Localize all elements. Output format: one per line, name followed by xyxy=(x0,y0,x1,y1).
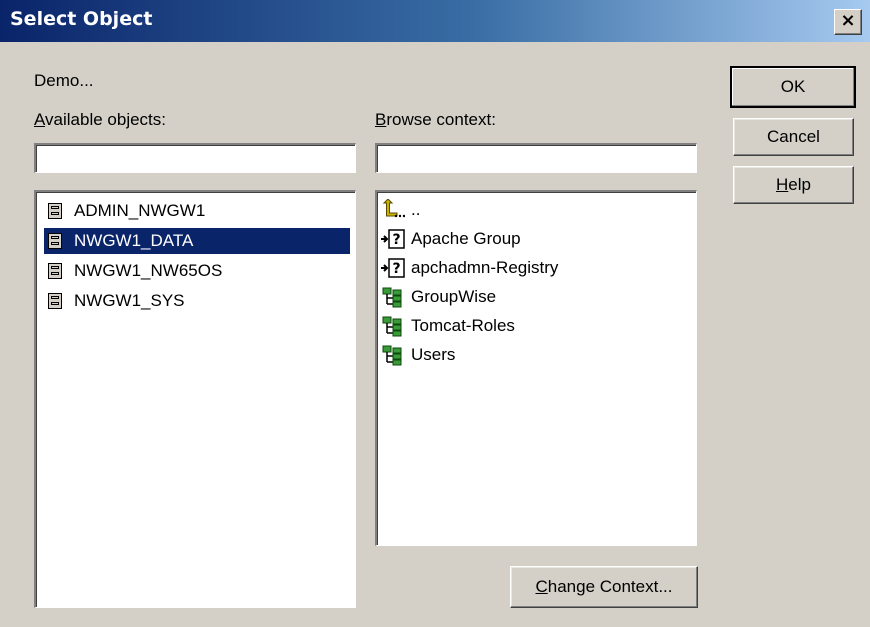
change-context-mnemonic: C xyxy=(535,577,548,596)
available-object-label: NWGW1_SYS xyxy=(74,291,185,310)
available-objects-filter-input[interactable] xyxy=(34,143,356,173)
context-item[interactable]: .. xyxy=(381,196,420,224)
ok-button[interactable]: OK xyxy=(730,66,856,108)
context-item[interactable]: GroupWise xyxy=(381,283,496,311)
available-objects-label-text: vailable objects: xyxy=(45,110,167,129)
available-object-item[interactable]: ADMIN_NWGW1 xyxy=(44,198,209,224)
context-item-label: Tomcat-Roles xyxy=(411,316,515,335)
context-item-label: GroupWise xyxy=(411,287,497,306)
organizational-unit-icon xyxy=(381,344,411,366)
context-item[interactable]: Tomcat-Roles xyxy=(381,312,515,340)
unknown-object-icon: ? xyxy=(381,228,411,250)
unknown-object-icon: ? xyxy=(381,257,411,279)
change-context-label: hange Context... xyxy=(547,577,673,596)
volume-icon xyxy=(48,263,62,279)
available-objects-mnemonic: A xyxy=(34,110,46,129)
svg-text:?: ? xyxy=(392,232,400,248)
available-object-label: NWGW1_DATA xyxy=(74,231,194,250)
svg-text:?: ? xyxy=(392,261,400,277)
cancel-button[interactable]: Cancel xyxy=(733,118,854,156)
context-name: Demo... xyxy=(34,71,94,90)
volume-icon xyxy=(48,293,62,309)
parent-up-icon xyxy=(381,199,411,221)
browse-context-label: Browse context: xyxy=(375,110,496,130)
title-bar: Select Object × xyxy=(0,0,870,42)
context-item-label: Apache Group xyxy=(411,229,521,248)
browse-context-mnemonic: B xyxy=(375,110,387,129)
available-object-label: NWGW1_NW65OS xyxy=(74,261,223,280)
change-context-button[interactable]: Change Context... xyxy=(510,566,698,608)
available-objects-label: Available objects: xyxy=(34,110,166,130)
context-item-label: Users xyxy=(411,345,456,364)
volume-icon xyxy=(48,233,62,249)
help-label: elp xyxy=(788,175,811,194)
context-item-label: apchadmn-Registry xyxy=(411,258,559,277)
browse-context-list[interactable]: ..? Apache Group? apchadmn-Registry GroupWi… xyxy=(375,190,697,546)
volume-icon xyxy=(48,203,62,219)
help-button[interactable]: Help xyxy=(733,166,854,204)
browse-context-filter-input[interactable] xyxy=(375,143,697,173)
window-title: Select Object xyxy=(10,8,153,30)
organizational-unit-icon xyxy=(381,286,411,308)
available-object-item[interactable]: NWGW1_NW65OS xyxy=(44,258,226,284)
browse-context-label-text: rowse context: xyxy=(386,110,496,129)
close-button[interactable]: × xyxy=(834,9,862,35)
context-item-label: .. xyxy=(411,200,421,219)
available-objects-list[interactable]: ADMIN_NWGW1 NWGW1_DATA NWGW1_NW65OS NWGW1_S… xyxy=(34,190,356,608)
help-mnemonic: H xyxy=(776,175,789,194)
available-object-label: ADMIN_NWGW1 xyxy=(74,201,206,220)
context-item[interactable]: Users xyxy=(381,341,455,369)
available-object-item[interactable]: NWGW1_SYS xyxy=(44,288,189,314)
available-object-item[interactable]: NWGW1_DATA xyxy=(44,228,350,254)
context-item[interactable]: ? Apache Group xyxy=(381,225,521,253)
context-item[interactable]: ? apchadmn-Registry xyxy=(381,254,558,282)
organizational-unit-icon xyxy=(381,315,411,337)
